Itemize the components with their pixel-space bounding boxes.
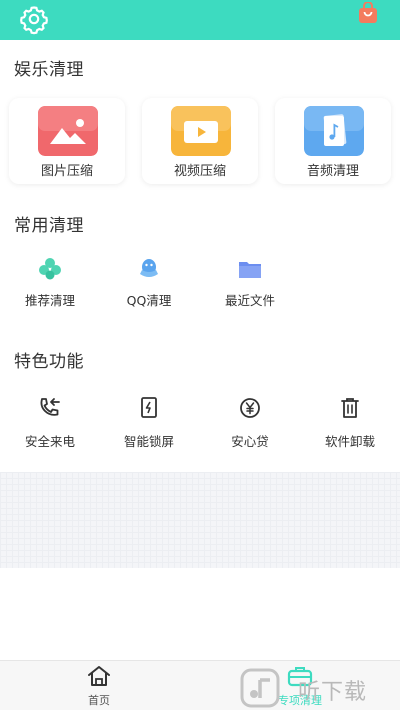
- top-bar: [0, 0, 400, 40]
- uninstall-item[interactable]: 软件卸载: [302, 396, 398, 450]
- shopping-bag-icon[interactable]: [358, 2, 378, 24]
- yuan-icon: [240, 398, 260, 418]
- recommended-clean-item[interactable]: 推荐清理: [2, 256, 98, 309]
- loan-item[interactable]: 安心贷: [202, 396, 298, 450]
- home-icon: [88, 666, 110, 686]
- audio-clean-label: 音频清理: [306, 164, 359, 179]
- section-title-common: 常用清理: [14, 216, 84, 236]
- safe-call-label: 安全来电: [24, 434, 75, 449]
- audio-clean-card[interactable]: 音频清理: [275, 98, 391, 184]
- folder-icon: [239, 262, 261, 278]
- section-title-features: 特色功能: [14, 352, 84, 372]
- qq-clean-item[interactable]: QQ清理: [101, 256, 197, 309]
- video-compress-card[interactable]: 视频压缩: [142, 98, 258, 184]
- phone-icon: [40, 398, 60, 416]
- section-title-entertainment: 娱乐清理: [14, 60, 84, 80]
- gear-icon[interactable]: [18, 3, 50, 35]
- image-compress-label: 图片压缩: [40, 164, 93, 179]
- watermark-text: 听下载: [298, 680, 368, 705]
- recent-files-item[interactable]: 最近文件: [202, 256, 298, 309]
- smart-lock-label: 智能锁屏: [123, 434, 174, 449]
- recommended-clean-label: 推荐清理: [24, 293, 75, 308]
- qq-clean-label: QQ清理: [126, 293, 172, 308]
- smart-lock-item[interactable]: 智能锁屏: [101, 396, 197, 450]
- image-compress-card[interactable]: 图片压缩: [9, 98, 125, 184]
- music-icon: [304, 106, 364, 156]
- clover-icon: [39, 258, 61, 280]
- qq-icon: [140, 259, 158, 277]
- safe-call-item[interactable]: 安全来电: [2, 396, 98, 450]
- content-placeholder: [0, 472, 400, 568]
- video-icon: [171, 106, 231, 156]
- loan-label: 安心贷: [231, 434, 269, 449]
- uninstall-label: 软件卸载: [324, 434, 375, 449]
- trash-icon: [341, 398, 359, 418]
- video-compress-label: 视频压缩: [173, 164, 226, 179]
- tab-home[interactable]: 首页: [59, 665, 139, 708]
- image-icon: [38, 106, 98, 156]
- recent-files-label: 最近文件: [224, 293, 275, 308]
- tab-home-label: 首页: [88, 694, 110, 707]
- lock-screen-icon: [141, 397, 157, 418]
